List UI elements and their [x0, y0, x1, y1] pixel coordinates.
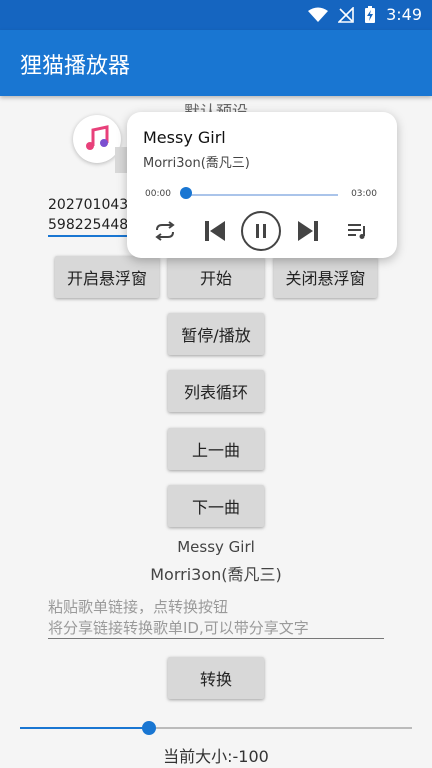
app-bar: 狸猫播放器 — [0, 30, 432, 96]
repeat-button[interactable] — [147, 213, 183, 249]
float-progress-thumb[interactable] — [180, 187, 192, 199]
repeat-icon — [155, 221, 175, 241]
float-time-total: 03:00 — [351, 189, 377, 199]
next-button[interactable]: 下一曲 — [168, 485, 264, 527]
next-track-button[interactable] — [290, 213, 326, 249]
float-song-title: Messy Girl — [143, 128, 226, 147]
playlist-id-input[interactable]: 20270104389 59822544812 — [48, 195, 138, 235]
skip-previous-icon — [205, 221, 225, 241]
music-note-icon — [86, 125, 109, 150]
paste-link-input[interactable]: 粘贴歌单链接，点转换按钮 将分享链接转换歌单ID,可以带分享文字 — [48, 597, 384, 639]
current-size-label: 当前大小:-100 — [163, 747, 269, 766]
input-underline — [48, 235, 138, 237]
clock: 3:49 — [386, 5, 422, 24]
playlist-icon — [348, 224, 365, 239]
playlist-button[interactable] — [340, 213, 376, 249]
pause-button[interactable] — [241, 211, 281, 251]
now-playing-artist: Morri3on(喬凡三) — [150, 565, 282, 584]
placeholder-line-1: 粘贴歌单链接，点转换按钮 — [48, 598, 229, 616]
loop-mode-button[interactable]: 列表循环 — [168, 370, 264, 412]
size-slider-thumb[interactable] — [142, 721, 157, 735]
battery-charging-icon — [365, 5, 376, 23]
float-song-artist: Morri3on(喬凡三) — [143, 156, 250, 171]
paste-input-underline — [48, 638, 384, 639]
convert-button[interactable]: 转换 — [168, 657, 264, 699]
wifi-icon — [308, 7, 329, 22]
status-bar: 3:49 — [0, 0, 432, 30]
pause-play-button[interactable]: 暂停/播放 — [168, 313, 264, 355]
float-time-current: 00:00 — [145, 189, 171, 199]
previous-button[interactable]: 上一曲 — [168, 428, 264, 470]
app-title: 狸猫播放器 — [20, 54, 131, 79]
status-icons: 3:49 — [308, 5, 422, 24]
previous-track-button[interactable] — [197, 213, 233, 249]
input-line-1: 20270104389 — [48, 197, 138, 213]
float-progress-track[interactable] — [183, 194, 338, 196]
now-playing-song: Messy Girl — [177, 538, 255, 556]
close-float-window-button[interactable]: 关闭悬浮窗 — [274, 256, 377, 298]
no-signal-icon — [338, 6, 354, 23]
open-float-window-button[interactable]: 开启悬浮窗 — [55, 256, 159, 298]
placeholder-line-2: 将分享链接转换歌单ID,可以带分享文字 — [48, 619, 309, 637]
floating-player[interactable]: Messy Girl Morri3on(喬凡三) 00:00 03:00 — [127, 112, 397, 258]
input-line-2: 59822544812 — [48, 217, 138, 233]
pause-icon — [256, 224, 266, 238]
skip-next-icon — [298, 221, 318, 241]
size-slider-fill — [20, 727, 150, 729]
start-button[interactable]: 开始 — [168, 256, 264, 298]
music-logo — [73, 115, 121, 163]
